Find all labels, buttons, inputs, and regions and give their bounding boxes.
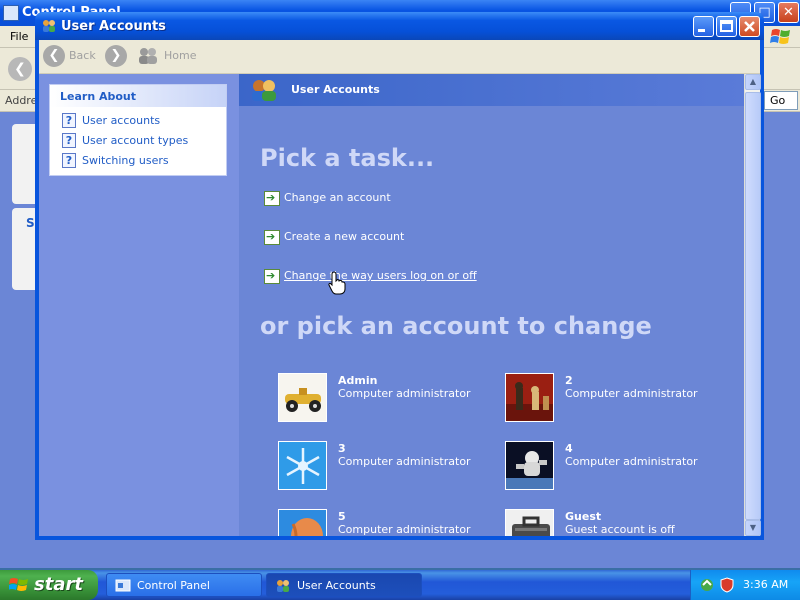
task-label[interactable]: Change an account (284, 191, 391, 204)
security-shield-icon[interactable] (719, 577, 735, 593)
forward-arrow-icon[interactable]: ❯ (105, 45, 127, 67)
learn-link-label[interactable]: User accounts (82, 114, 160, 127)
pick-task-heading: Pick a task... (260, 144, 435, 172)
scrollbar-thumb[interactable] (745, 92, 761, 520)
account-name: 5 (338, 510, 346, 523)
user-accounts-window: User Accounts ❮ Back ❯ Home Learn About (35, 12, 764, 540)
account-type: Computer administrator (338, 387, 471, 400)
back-arrow-icon[interactable]: ❮ (43, 45, 65, 67)
chess-pieces-picture (505, 373, 554, 422)
back-button-label[interactable]: Back (69, 49, 96, 62)
taskbar-button-label: Control Panel (137, 579, 210, 592)
back-arrow-icon[interactable]: ❮ (8, 57, 32, 81)
taskbar-button-control-panel[interactable]: Control Panel (106, 573, 262, 597)
window-title: User Accounts (61, 19, 166, 34)
user-accounts-titlebar[interactable]: User Accounts (35, 12, 764, 40)
account-name: 2 (565, 374, 573, 387)
task-label[interactable]: Change the way users log on or off (284, 269, 477, 282)
home-button-label[interactable]: Home (164, 49, 196, 62)
learn-about-title: Learn About (60, 90, 137, 103)
content-header-title: User Accounts (291, 83, 380, 96)
content-header: User Accounts (239, 74, 744, 106)
user-accounts-icon (252, 80, 276, 101)
account-3[interactable]: 3 Computer administrator (278, 441, 488, 491)
close-icon[interactable]: ✕ (778, 2, 799, 23)
account-4[interactable]: 4 Computer administrator (505, 441, 715, 491)
account-2[interactable]: 2 Computer administrator (505, 373, 715, 423)
help-icon: ? (62, 153, 76, 168)
snowflake-picture (278, 441, 327, 490)
taskbar-button-user-accounts[interactable]: User Accounts (266, 573, 422, 597)
close-icon[interactable] (739, 16, 760, 37)
windows-flag-icon (9, 578, 28, 591)
astronaut-picture (505, 441, 554, 490)
control-panel-icon (115, 579, 131, 592)
navigation-toolbar: ❮ Back ❯ Home (39, 40, 760, 74)
account-name: Guest (565, 510, 602, 523)
windows-logo-icon (770, 29, 790, 44)
vertical-scrollbar[interactable]: ▲ ▼ (744, 74, 761, 536)
learn-about-header: Learn About (50, 85, 226, 107)
maximize-icon[interactable] (716, 16, 737, 37)
help-icon: ? (62, 133, 76, 148)
account-name: 4 (565, 442, 573, 455)
account-type: Computer administrator (565, 455, 698, 468)
clock: 3:36 AM (743, 578, 789, 591)
green-arrow-icon (264, 191, 280, 206)
task-label[interactable]: Create a new account (284, 230, 404, 243)
suitcase-picture (505, 509, 554, 536)
network-icon[interactable] (699, 577, 715, 593)
minimize-icon[interactable] (693, 16, 714, 37)
learn-about-panel: Learn About ? User accounts ? User accou… (49, 84, 227, 176)
menu-file[interactable]: File (10, 30, 28, 43)
home-users-icon[interactable] (137, 47, 159, 65)
control-panel-icon (3, 5, 19, 21)
account-guest[interactable]: Guest Guest account is off (505, 509, 715, 536)
account-5[interactable]: 5 Computer administrator (278, 509, 488, 536)
help-icon: ? (62, 113, 76, 128)
account-type: Computer administrator (338, 523, 471, 536)
scroll-up-icon[interactable]: ▲ (745, 74, 761, 90)
learn-link-label[interactable]: User account types (82, 134, 188, 147)
learn-link-label[interactable]: Switching users (82, 154, 169, 167)
go-button[interactable]: Go (764, 91, 798, 110)
green-arrow-icon (264, 230, 280, 245)
pick-account-heading: or pick an account to change (260, 312, 652, 340)
system-tray: 3:36 AM (690, 570, 800, 600)
fish-picture (278, 509, 327, 536)
account-name: 3 (338, 442, 346, 455)
account-name: Admin (338, 374, 378, 387)
hand-cursor-icon (328, 271, 346, 295)
start-label: start (34, 574, 83, 595)
taskbar-button-label: User Accounts (297, 579, 376, 592)
window-content: ❮ Back ❯ Home Learn About ? User account… (39, 40, 761, 536)
account-type: Computer administrator (338, 455, 471, 468)
race-car-picture (278, 373, 327, 422)
account-type: Guest account is off (565, 523, 675, 536)
main-content-pane: User Accounts Pick a task... Change an a… (239, 74, 744, 536)
users-icon (277, 580, 289, 592)
green-arrow-icon (264, 269, 280, 284)
account-admin[interactable]: Admin Computer administrator (278, 373, 488, 423)
users-icon (43, 20, 55, 32)
left-task-pane: Learn About ? User accounts ? User accou… (39, 74, 239, 536)
start-button[interactable]: start (0, 570, 98, 600)
scroll-down-icon[interactable]: ▼ (745, 520, 761, 536)
account-type: Computer administrator (565, 387, 698, 400)
taskbar: start Control Panel User Accounts 3:36 A… (0, 570, 800, 600)
